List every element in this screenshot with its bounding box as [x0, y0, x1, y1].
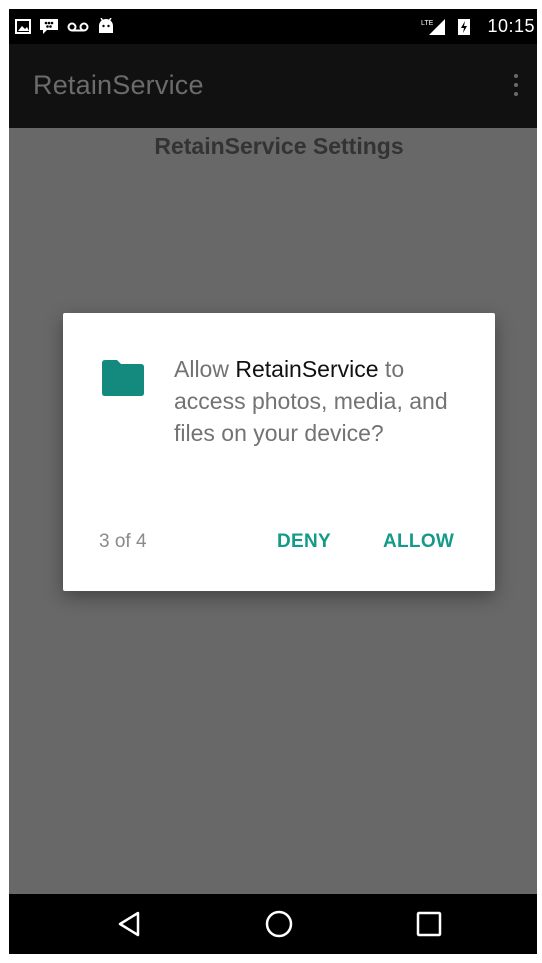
- app-toolbar: RetainService: [9, 44, 537, 128]
- folder-icon: [102, 360, 144, 396]
- allow-button[interactable]: ALLOW: [379, 529, 458, 555]
- home-icon[interactable]: [259, 904, 299, 944]
- recents-icon[interactable]: [409, 904, 449, 944]
- navigation-bar: [9, 894, 537, 954]
- signal-icon: LTE: [421, 19, 445, 35]
- toolbar-title: RetainService: [33, 70, 204, 100]
- battery-icon: [458, 19, 470, 35]
- phone-screen: LTE 10:15 RetainService RetainService Se…: [9, 9, 537, 954]
- image-icon: [15, 19, 31, 34]
- overflow-menu-icon[interactable]: [509, 71, 523, 101]
- permission-message: Allow RetainService to access photos, me…: [174, 353, 474, 449]
- deny-button[interactable]: DENY: [273, 529, 335, 555]
- app-name: RetainService: [235, 356, 379, 382]
- voicemail-icon: [67, 22, 89, 32]
- step-counter: 3 of 4: [99, 531, 147, 552]
- back-icon[interactable]: [109, 904, 149, 944]
- android-icon: [99, 18, 113, 33]
- dialog-footer: 3 of 4 DENY ALLOW: [63, 529, 495, 559]
- permission-dialog: Allow RetainService to access photos, me…: [63, 313, 495, 591]
- status-bar: LTE 10:15: [9, 9, 537, 44]
- svg-text:LTE: LTE: [421, 20, 434, 27]
- blackberry-icon: [40, 19, 58, 34]
- settings-heading: RetainService Settings: [154, 133, 404, 159]
- message-prefix: Allow: [174, 356, 236, 382]
- status-time: 10:15: [487, 16, 535, 36]
